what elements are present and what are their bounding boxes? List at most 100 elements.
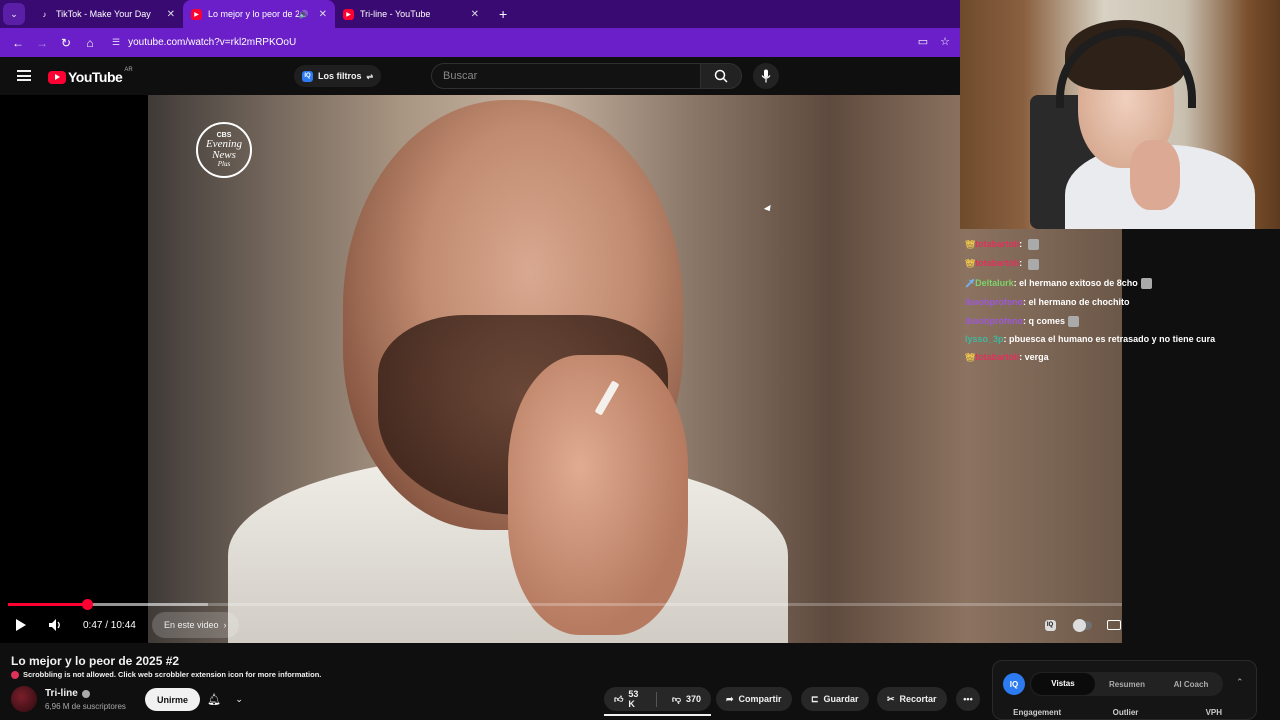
subscriber-count: 6,96 M de suscriptores [45, 702, 126, 711]
progress-bar[interactable] [8, 599, 1122, 610]
crown-badge-icon: 👑︎ [965, 259, 976, 269]
like-underline [604, 714, 711, 716]
forward-icon[interactable]: → [30, 36, 54, 50]
sliders-icon: ⇌ [366, 71, 374, 81]
vidiq-tabs: Vistas Resumen AI Coach [1030, 672, 1223, 696]
tab-ai-coach[interactable]: AI Coach [1159, 680, 1223, 689]
back-icon[interactable]: ← [6, 36, 30, 50]
dislike-button[interactable]: 👎︎ 370 [662, 694, 711, 705]
tab-vistas[interactable]: Vistas [1031, 673, 1095, 695]
chat-username[interactable]: lysso_3p [965, 334, 1004, 344]
tab-resumen[interactable]: Resumen [1095, 680, 1159, 689]
share-button[interactable]: ➦ Compartir [716, 687, 792, 711]
close-tab-icon[interactable]: ✕ [167, 9, 175, 20]
time-display: 0:47 / 10:44 [73, 612, 146, 638]
chat-username[interactable]: Deltalurk [975, 278, 1014, 288]
chat-username[interactable]: iboobprofeno [965, 297, 1023, 307]
youtube-favicon-icon: ▶ [343, 8, 354, 20]
chapters-button[interactable]: En este video › [152, 612, 239, 638]
site-info-icon[interactable]: ☰ [112, 37, 120, 48]
close-tab-icon[interactable]: ✕ [471, 9, 479, 20]
clip-button[interactable]: ✂ Recortar [877, 687, 947, 711]
tab-search-button[interactable]: ⌄ [3, 3, 25, 25]
chat-username[interactable]: totabartoli [975, 352, 1019, 362]
menu-icon[interactable] [17, 70, 31, 81]
collapse-chevron-icon[interactable]: ⌃ [1236, 677, 1244, 688]
tab-title: Lo mejor y lo peor de 2025 [208, 9, 299, 19]
channel-name-link[interactable]: Tri-line [45, 688, 90, 699]
voice-search-button[interactable] [753, 63, 779, 89]
filters-label: Los filtros [318, 71, 362, 81]
speaker-icon[interactable]: 🔊 [299, 10, 309, 19]
chat-colon: : [1019, 258, 1025, 269]
volume-icon [49, 619, 60, 631]
chat-text: el hermano exitoso de 8cho [1019, 277, 1138, 288]
join-button[interactable]: Unirme [145, 688, 201, 711]
chat-username[interactable]: totabartoli [975, 239, 1019, 249]
filters-button[interactable]: IQ Los filtros ⇌ [294, 65, 382, 87]
browser-tab-active[interactable]: ▶ Lo mejor y lo peor de 2025 🔊 ✕ [183, 0, 335, 28]
chat-username[interactable]: iboobprofeno [965, 316, 1023, 326]
crown-badge-icon: 👑︎ [965, 240, 976, 249]
video-player[interactable]: CBS Evening News Plus 0:47 / 10:44 En es… [0, 95, 1122, 643]
search-input[interactable]: Buscar [431, 63, 701, 89]
mute-button[interactable] [42, 610, 68, 640]
iq-player-button[interactable]: IQ [1034, 619, 1066, 631]
vidiq-logo-icon: IQ [1003, 673, 1025, 695]
sword-badge-icon: 🗡︎ [965, 278, 976, 288]
like-count: 53 K [628, 689, 639, 709]
column-outlier: Outlier [1112, 708, 1139, 717]
play-button[interactable] [8, 610, 34, 640]
close-tab-icon[interactable]: ✕ [319, 9, 327, 20]
vidiq-columns: Engagement Outlier VPH [993, 708, 1258, 717]
chevron-right-icon: › [223, 620, 227, 630]
chat-message: iboobprofeno: q comes [960, 312, 1280, 330]
youtube-logo[interactable]: YouTube AR [48, 67, 133, 85]
more-icon: ••• [963, 694, 973, 704]
notifications-button[interactable]: 🔔︎ ⌄ [200, 688, 250, 711]
dislike-count: 370 [685, 694, 701, 704]
streamer-webcam [960, 0, 1280, 229]
subtitles-button[interactable] [1098, 620, 1122, 630]
share-label: Compartir [738, 694, 782, 704]
browser-tab-tri-line[interactable]: ▶ Tri-line - YouTube ✕ [335, 0, 487, 28]
url-field[interactable]: ☰ youtube.com/watch?v=rkl2mRPKOoU [112, 37, 296, 48]
tiktok-favicon-icon: ♪ [42, 9, 47, 19]
channel-avatar[interactable] [11, 686, 37, 712]
thumbs-up-icon: 👍︎ [614, 693, 624, 704]
save-button[interactable]: ⊏ Guardar [801, 687, 869, 711]
scrobbler-icon [11, 670, 19, 679]
new-tab-button[interactable]: + [499, 6, 507, 22]
youtube-header: YouTube AR IQ Los filtros ⇌ Buscar [0, 57, 960, 95]
browser-tab-tiktok[interactable]: ♪ TikTok - Make Your Day ✕ [31, 0, 183, 28]
bell-icon: 🔔︎ [207, 694, 222, 706]
subtitles-icon [1107, 620, 1121, 630]
clip-label: Recortar [899, 694, 937, 704]
crown-badge-icon: 👑︎ [965, 353, 976, 363]
chat-emote-icon [1068, 315, 1080, 327]
chat-emote-icon [1027, 239, 1039, 251]
chat-message: 🗡︎Deltalurk: el hermano exitoso de 8cho [960, 274, 1280, 293]
bookmark-star-icon[interactable]: ☆ [940, 35, 950, 48]
autoplay-toggle[interactable] [1066, 618, 1098, 632]
chat-text: el hermano de chochito [1028, 297, 1130, 308]
cast-icon[interactable]: ▭ [918, 35, 928, 48]
video-info-section: Lo mejor y lo peor de 2025 #2 Scrobbling… [0, 643, 1280, 720]
search-placeholder: Buscar [443, 70, 478, 82]
like-button[interactable]: 👍︎ 53 K [604, 689, 651, 709]
logo-text: YouTube [68, 69, 123, 85]
address-bar: ← → ↻ ⌂ ☰ youtube.com/watch?v=rkl2mRPKOo… [0, 28, 960, 57]
chat-username[interactable]: totabartoli [975, 258, 1019, 268]
share-icon: ➦ [726, 693, 734, 704]
more-actions-button[interactable]: ••• [956, 687, 980, 711]
video-title: Lo mejor y lo peor de 2025 #2 [11, 654, 180, 668]
verified-check-icon [81, 689, 90, 698]
browser-tab-bar: ⌄ ♪ TikTok - Make Your Day ✕ ▶ Lo mejor … [0, 0, 960, 28]
search-button[interactable] [700, 63, 742, 89]
home-icon[interactable]: ⌂ [78, 36, 102, 50]
chat-message: iboobprofeno: el hermano de chochito [960, 293, 1280, 311]
play-icon [16, 619, 26, 631]
reload-icon[interactable]: ↻ [54, 36, 78, 50]
microphone-icon [761, 69, 771, 83]
scrubber-handle[interactable] [82, 599, 93, 610]
